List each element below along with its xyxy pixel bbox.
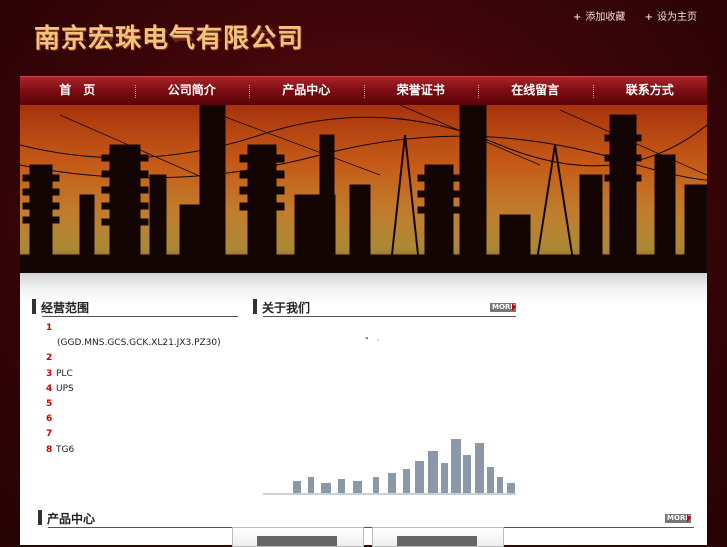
product-thumbnail[interactable] — [232, 527, 364, 547]
set-homepage-link[interactable]: + 设为主页 — [645, 12, 697, 23]
list-item: 3 PLC — [46, 368, 73, 379]
substation-banner — [20, 105, 707, 273]
content-area: 经营范围 1 (GGD.MNS.GCS.GCK.XL21.JX3.PZ30) 2… — [20, 273, 707, 547]
list-item: 2 — [46, 353, 53, 364]
products-more-button[interactable]: MORE — [665, 514, 691, 523]
list-item: 4 UPS — [46, 383, 74, 394]
about-text: " · — [365, 336, 380, 345]
list-item: 7 — [46, 429, 53, 440]
plus-icon: + — [573, 12, 582, 23]
divider — [263, 316, 516, 317]
plus-icon: + — [644, 12, 653, 23]
about-us-title: 关于我们 — [253, 299, 310, 316]
nav-home[interactable]: 首 页 — [20, 77, 135, 105]
list-item: 1 — [46, 323, 53, 333]
city-skyline-image — [263, 439, 516, 495]
nav-honors[interactable]: 荣誉证书 — [363, 77, 479, 105]
substation-silhouette-image — [20, 105, 707, 273]
nav-message[interactable]: 在线留言 — [478, 77, 593, 105]
list-item: 6 — [46, 414, 53, 425]
nav-contact[interactable]: 联系方式 — [592, 77, 708, 105]
list-item: 8 TG6 — [46, 444, 75, 455]
about-more-button[interactable]: MORE — [490, 303, 516, 312]
nav-about[interactable]: 公司简介 — [134, 77, 250, 105]
products-title: 产品中心 — [38, 510, 95, 527]
business-scope-title: 经营范围 — [32, 299, 89, 316]
list-item: (GGD.MNS.GCS.GCK.XL21.JX3.PZ30) — [57, 338, 221, 349]
top-links: + 添加收藏 + 设为主页 — [557, 8, 697, 23]
nav-products[interactable]: 产品中心 — [249, 77, 364, 105]
business-scope-list: 1 (GGD.MNS.GCS.GCK.XL21.JX3.PZ30) 2 3 PLC… — [46, 321, 221, 458]
divider — [48, 527, 694, 528]
product-thumbnail[interactable] — [372, 527, 504, 547]
divider — [42, 316, 238, 317]
main-nav: 首 页 公司简介 产品中心 荣誉证书 在线留言 联系方式 — [20, 76, 707, 105]
list-item: 5 — [46, 398, 53, 409]
add-favorite-link[interactable]: + 添加收藏 — [573, 12, 625, 23]
site-logo-reflection: 南京宏珠电气有限公司 — [34, 26, 305, 43]
